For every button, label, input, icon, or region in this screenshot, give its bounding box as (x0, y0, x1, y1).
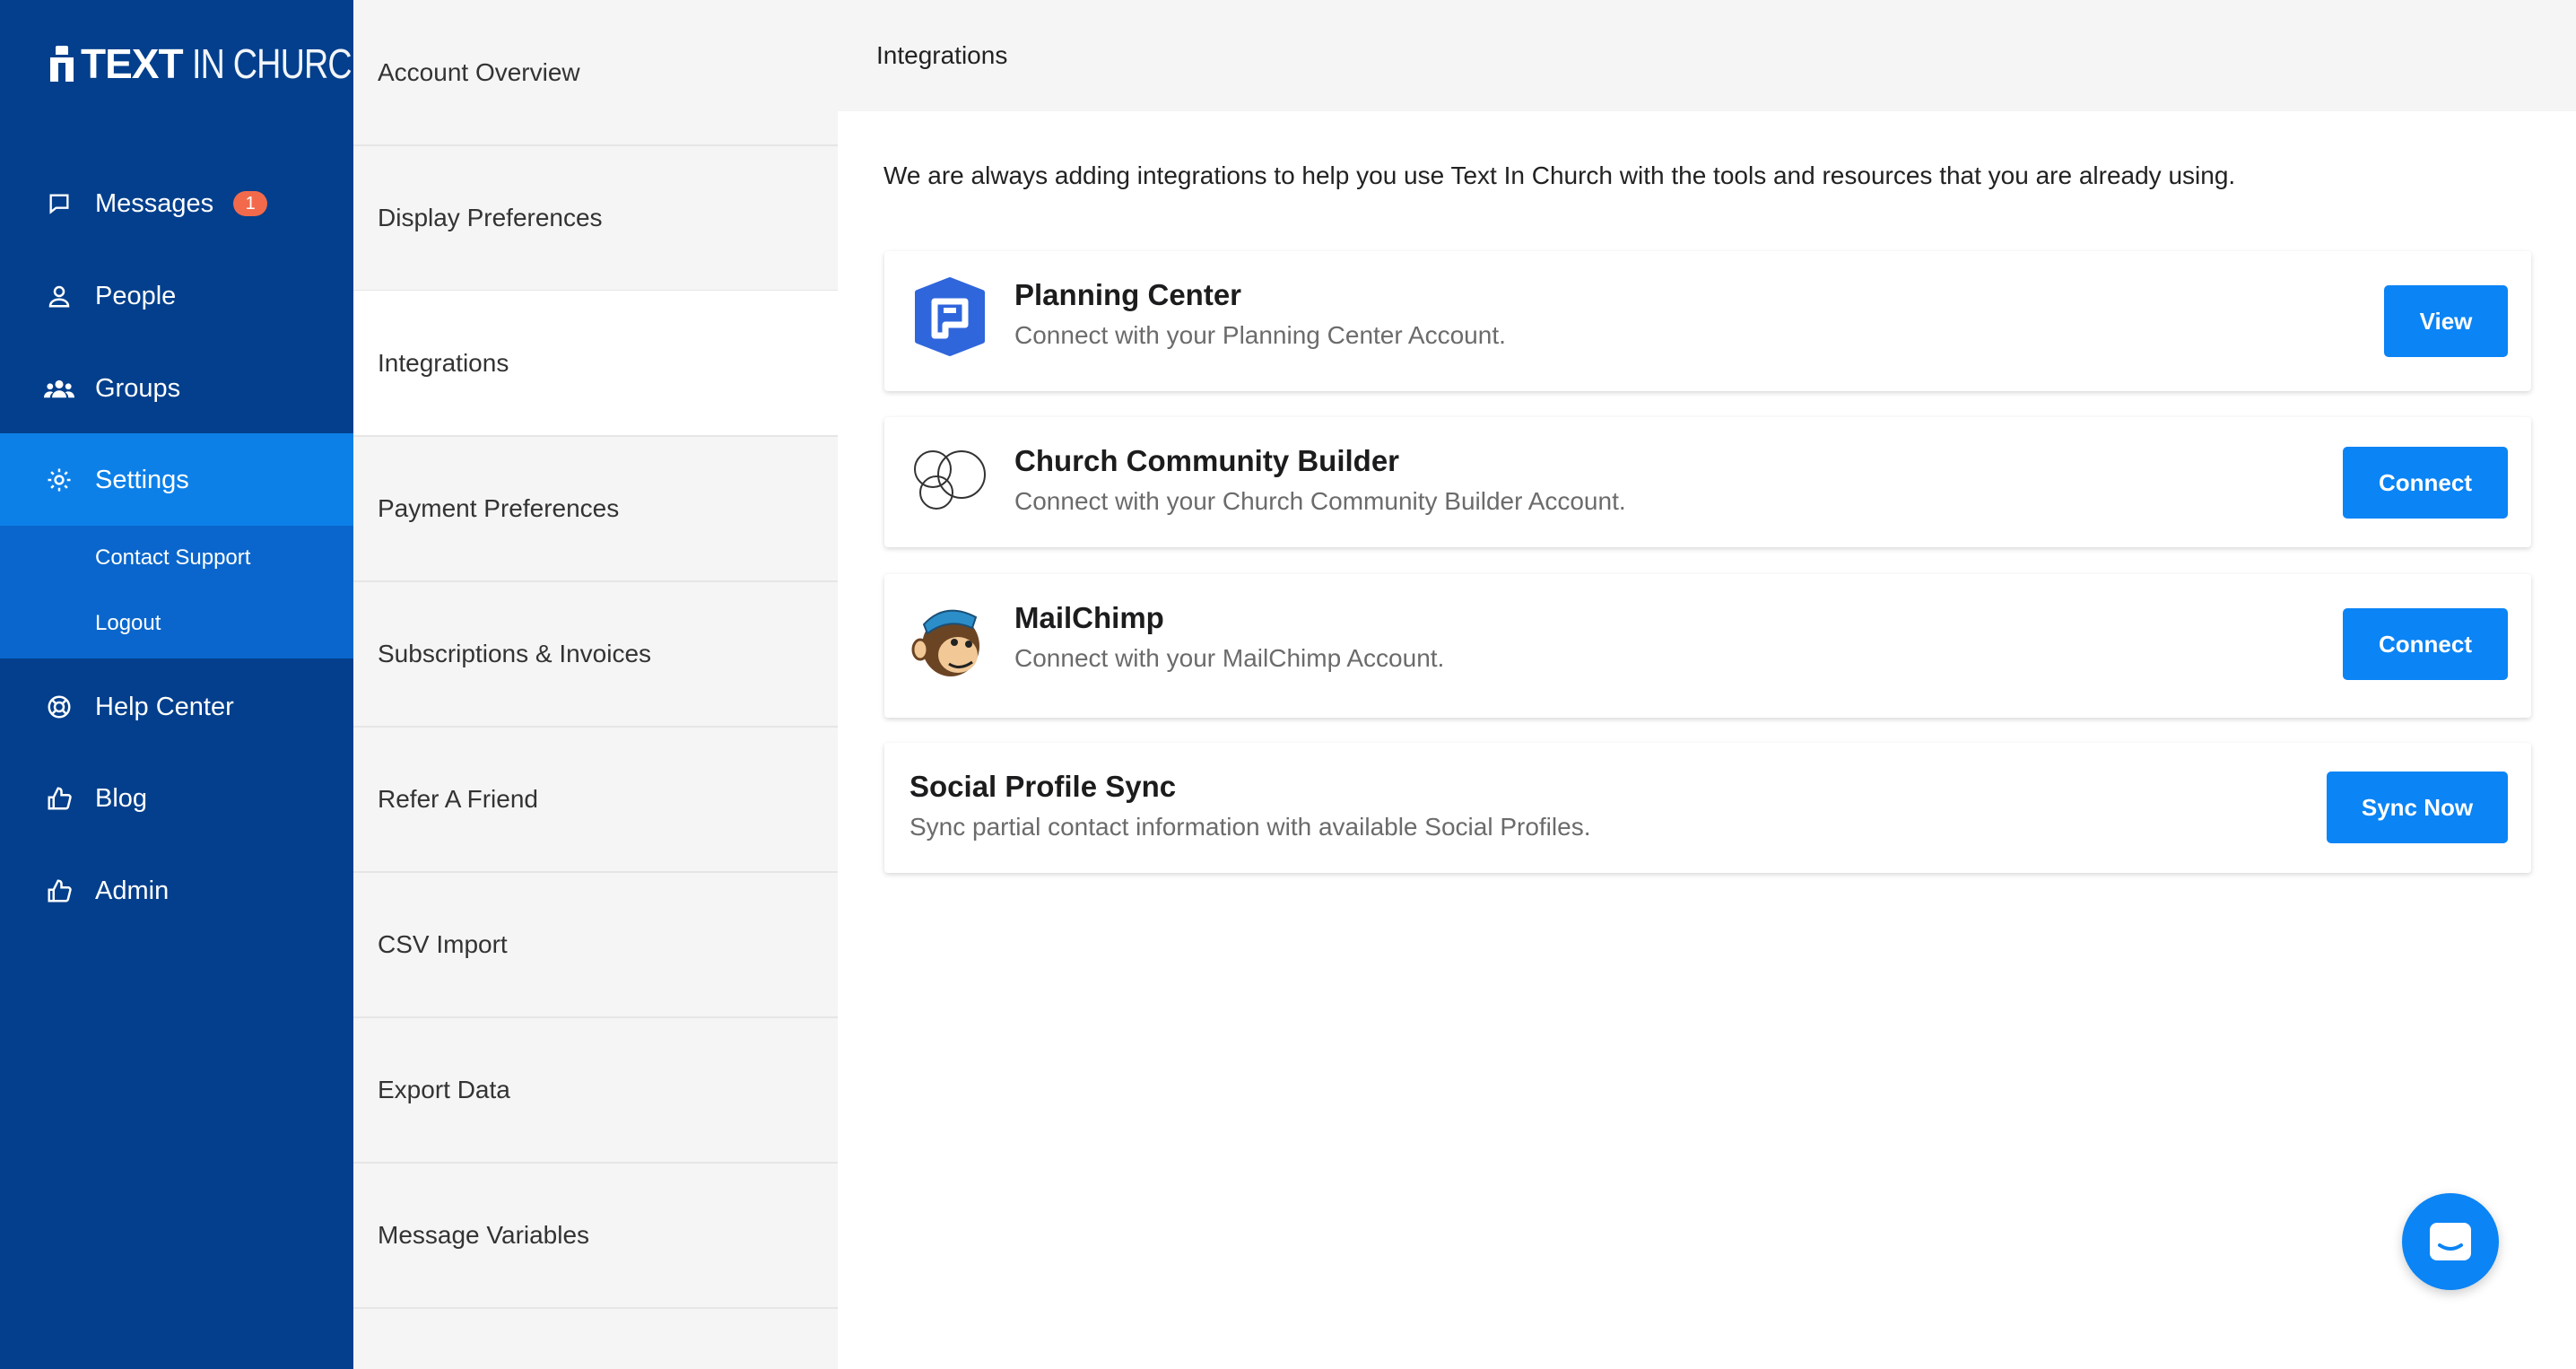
person-icon (41, 278, 77, 314)
settings-menu-export-data[interactable]: Export Data (353, 1017, 838, 1164)
gear-icon (41, 462, 77, 498)
integration-description: Connect with your MailChimp Account. (1014, 644, 1445, 672)
nav-item-help-center[interactable]: Help Center (0, 660, 353, 754)
settings-menu-account-overview[interactable]: Account Overview (353, 0, 838, 146)
ccb-connect-button[interactable]: Connect (2343, 447, 2508, 519)
church-logo-icon (50, 46, 74, 82)
integration-card-mailchimp: MailChimp Connect with your MailChimp Ac… (884, 574, 2531, 718)
settings-menu-refer-a-friend[interactable]: Refer A Friend (353, 727, 838, 873)
settings-menu-payment-preferences[interactable]: Payment Preferences (353, 436, 838, 582)
settings-menu-label: Payment Preferences (378, 493, 620, 522)
settings-menu-label: Display Preferences (378, 203, 603, 231)
mailchimp-connect-button[interactable]: Connect (2343, 608, 2508, 680)
group-icon (41, 371, 77, 406)
nav-label-help-center: Help Center (95, 692, 234, 721)
planning-center-logo-icon (909, 276, 990, 357)
integration-card-social-profile-sync: Social Profile Sync Sync partial contact… (884, 743, 2531, 873)
settings-menu-label: Account Overview (378, 57, 580, 86)
nav-item-messages[interactable]: Messages 1 (0, 157, 353, 250)
integration-title: Church Community Builder (1014, 444, 1400, 477)
nav-item-admin[interactable]: Admin (0, 844, 353, 937)
integration-description: Sync partial contact information with av… (909, 813, 1591, 841)
settings-menu-subscriptions-invoices[interactable]: Subscriptions & Invoices (353, 581, 838, 728)
integration-card-church-community-builder: Church Community Builder Connect with yo… (884, 417, 2531, 547)
settings-menu-integrations[interactable]: Integrations (353, 291, 838, 437)
settings-subnav: Contact Support Logout (0, 526, 353, 658)
social-profile-sync-now-button[interactable]: Sync Now (2327, 772, 2508, 843)
integration-description: Connect with your Church Community Build… (1014, 487, 1626, 515)
nav-label-people: People (95, 281, 177, 310)
nav-item-contact-support[interactable]: Contact Support (95, 545, 250, 571)
page-header: Integrations (838, 0, 2576, 111)
chat-icon (2427, 1220, 2474, 1263)
settings-menu-csv-import[interactable]: CSV Import (353, 872, 838, 1018)
settings-menu: Account Overview Display Preferences Int… (353, 0, 838, 1369)
settings-menu-label: Refer A Friend (378, 784, 538, 813)
planning-center-view-button[interactable]: View (2384, 285, 2508, 357)
settings-menu-display-preferences[interactable]: Display Preferences (353, 145, 838, 292)
nav-item-blog[interactable]: Blog (0, 752, 353, 845)
nav-label-admin: Admin (95, 876, 170, 905)
settings-menu-label: Subscriptions & Invoices (378, 639, 652, 667)
nav-item-settings[interactable]: Settings (0, 433, 353, 527)
settings-menu-label: Export Data (378, 1075, 510, 1103)
integration-title: MailChimp (1014, 601, 1164, 634)
integration-description: Connect with your Planning Center Accoun… (1014, 321, 1506, 349)
logo-text-bold: TEXT (81, 40, 184, 87)
chat-bubble-icon (41, 186, 77, 222)
integrations-intro-text: We are always adding integrations to hel… (883, 161, 2236, 189)
nav-item-logout[interactable]: Logout (95, 611, 161, 636)
nav-label-settings: Settings (95, 465, 189, 494)
chat-launcher-button[interactable] (2402, 1193, 2499, 1290)
primary-nav: TEXT IN CHURCH Messages 1 People Groups … (0, 0, 376, 1369)
ccb-logo-icon (909, 439, 990, 519)
mailchimp-logo-icon (909, 597, 990, 678)
nav-label-blog: Blog (95, 783, 148, 813)
messages-count-badge: 1 (233, 191, 268, 216)
logo-text-thin: IN CHURCH (191, 40, 376, 87)
integration-card-planning-center: Planning Center Connect with your Planni… (884, 251, 2531, 391)
thumbs-up-icon (41, 873, 77, 909)
nav-label-groups: Groups (95, 373, 181, 403)
settings-menu-label: CSV Import (378, 929, 508, 958)
nav-item-groups[interactable]: Groups (0, 342, 353, 435)
thumbs-up-icon (41, 780, 77, 816)
page-title: Integrations (876, 41, 1008, 69)
settings-menu-label: Message Variables (378, 1220, 590, 1249)
integration-title: Planning Center (1014, 278, 1242, 311)
settings-menu-label: Integrations (378, 348, 509, 377)
nav-item-people[interactable]: People (0, 249, 353, 343)
lifebuoy-icon (41, 689, 77, 725)
integration-title: Social Profile Sync (909, 770, 1177, 803)
settings-menu-message-variables[interactable]: Message Variables (353, 1163, 838, 1309)
nav-label-messages: Messages (95, 188, 214, 218)
main-content: Integrations We are always adding integr… (838, 0, 2576, 1369)
